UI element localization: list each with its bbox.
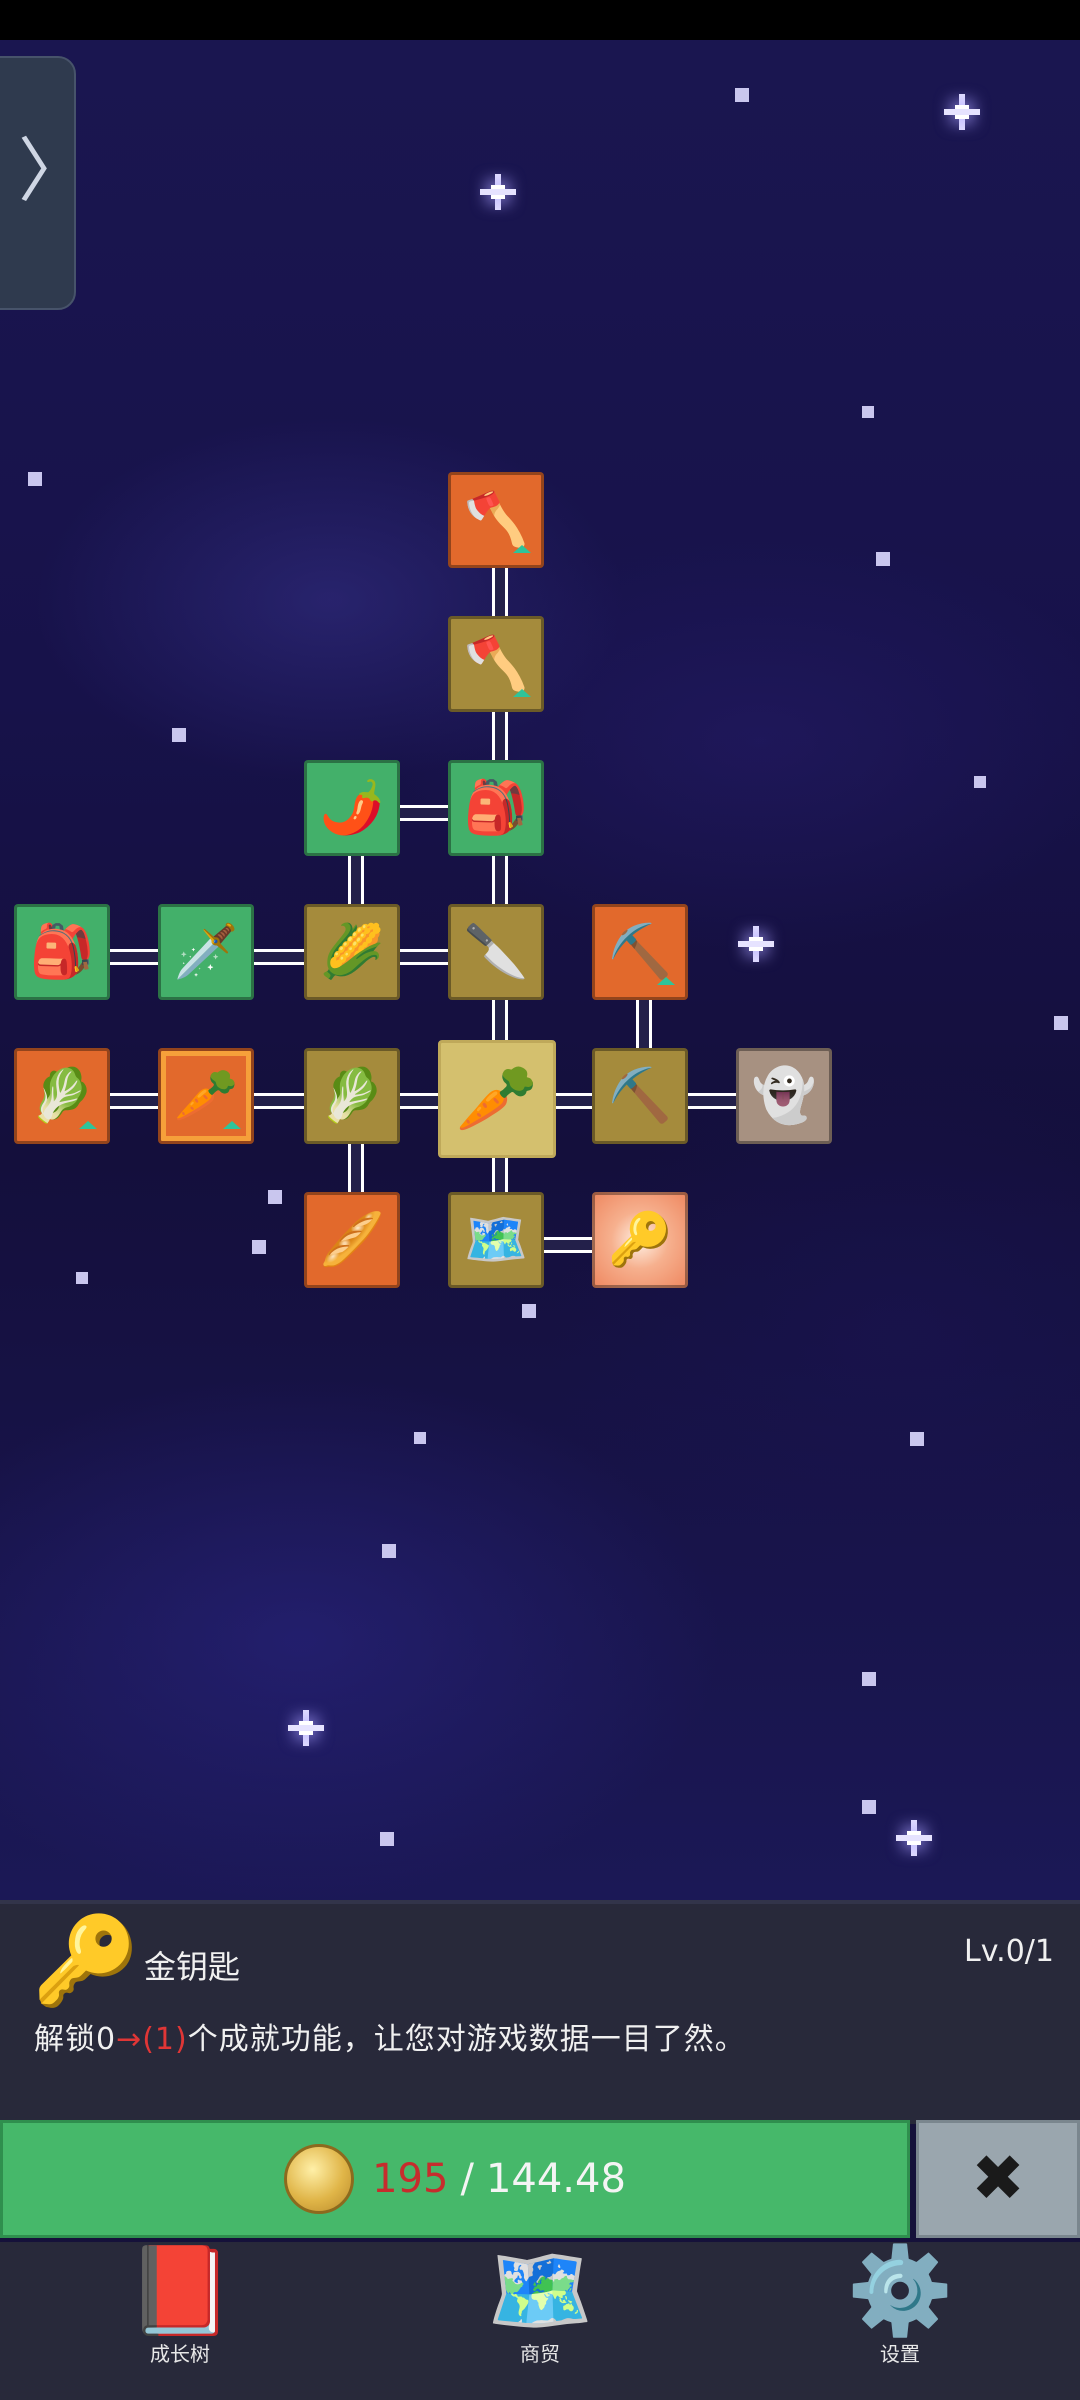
nav-item-settings[interactable]: ⚙️ 设置 bbox=[800, 2246, 1000, 2396]
desc-suffix: 个成就功能，让您对游戏数据一目了然。 bbox=[187, 2022, 746, 2057]
upgrade-arrow-icon bbox=[223, 1121, 241, 1135]
dagger-icon: 🔪 bbox=[463, 922, 529, 982]
tree-connector bbox=[252, 949, 304, 965]
skill-node-chili[interactable]: 🌶️ bbox=[304, 760, 400, 856]
desc-increment: →(1) bbox=[116, 2022, 188, 2057]
skill-node-shovel-mid[interactable]: 🪓 bbox=[448, 616, 544, 712]
golden-key-icon: 🔑 bbox=[607, 1210, 673, 1270]
skill-info-panel: 🔑 金钥匙 Lv.0/1 解锁0→(1)个成就功能，让您对游戏数据一目了然。 bbox=[0, 1900, 1080, 2124]
skill-node-carrot-center[interactable]: 🥕 bbox=[438, 1040, 556, 1158]
tree-connector bbox=[556, 1093, 592, 1109]
upgrade-cost: 144.48 bbox=[485, 2156, 626, 2202]
pickaxe-icon: ⛏️ bbox=[607, 1066, 673, 1126]
tree-connector bbox=[684, 1093, 736, 1109]
desc-prefix: 解锁0 bbox=[34, 2022, 117, 2057]
skill-node-dagger[interactable]: 🔪 bbox=[448, 904, 544, 1000]
tree-connector bbox=[396, 805, 448, 821]
tree-connector bbox=[348, 856, 364, 904]
bottom-nav: 📕 成长树 🗺️ 商贸 ⚙️ 设置 bbox=[0, 2242, 1080, 2400]
skill-level: Lv.0/1 bbox=[964, 1934, 1054, 1969]
close-icon: ✖ bbox=[971, 2142, 1025, 2216]
backpack-icon: 🎒 bbox=[29, 922, 95, 982]
skill-node-pickaxe-top[interactable]: ⛏️ bbox=[592, 904, 688, 1000]
pickaxe-icon: ⛏️ bbox=[607, 922, 673, 982]
gear-icon: ⚙️ bbox=[846, 2241, 954, 2341]
backpack-icon: 🎒 bbox=[463, 778, 529, 838]
tree-connector bbox=[492, 568, 508, 616]
nav-label: 设置 bbox=[880, 2342, 920, 2367]
tree-connector bbox=[492, 856, 508, 904]
tree-connector bbox=[252, 1093, 304, 1109]
book-icon: 📕 bbox=[126, 2241, 234, 2341]
skill-node-backpack-left[interactable]: 🎒 bbox=[14, 904, 110, 1000]
map-icon: 🗺️ bbox=[463, 1210, 529, 1270]
tree-connector bbox=[636, 1000, 652, 1048]
coin-icon bbox=[284, 2144, 355, 2214]
skill-node-backpack-top[interactable]: 🎒 bbox=[448, 760, 544, 856]
map-icon: 🗺️ bbox=[486, 2241, 594, 2341]
skill-node-cabbage-left[interactable]: 🥬 bbox=[14, 1048, 110, 1144]
skill-node-corn[interactable]: 🌽 bbox=[304, 904, 400, 1000]
nav-item-trade[interactable]: 🗺️ 商贸 bbox=[440, 2246, 640, 2396]
nav-item-growth-tree[interactable]: 📕 成长树 bbox=[80, 2246, 280, 2396]
sword-icon: 🗡️ bbox=[173, 922, 239, 982]
skill-node-root[interactable]: 🥖 bbox=[304, 1192, 400, 1288]
hooded-figure-icon: 👻 bbox=[751, 1066, 817, 1126]
skill-node-map[interactable]: 🗺️ bbox=[448, 1192, 544, 1288]
cabbage-icon: 🥬 bbox=[319, 1066, 385, 1126]
tree-connector bbox=[540, 1237, 592, 1253]
shovel-icon: 🪓 bbox=[463, 490, 529, 550]
carrot-icon: 🥕 bbox=[173, 1066, 239, 1126]
skill-node-carrot-selected[interactable]: 🥕 bbox=[158, 1048, 254, 1144]
tree-connector bbox=[492, 1158, 508, 1192]
skill-title: 金钥匙 bbox=[144, 1948, 241, 1986]
golden-key-icon: 🔑 bbox=[32, 1911, 140, 2011]
skill-node-shovel-top[interactable]: 🪓 bbox=[448, 472, 544, 568]
cost-separator: / bbox=[460, 2156, 474, 2202]
skill-node-ghost[interactable]: 👻 bbox=[736, 1048, 832, 1144]
skill-node-cabbage-mid[interactable]: 🥬 bbox=[304, 1048, 400, 1144]
nav-label: 商贸 bbox=[520, 2342, 560, 2367]
skill-description: 解锁0→(1)个成就功能，让您对游戏数据一目了然。 bbox=[34, 2014, 746, 2058]
tree-connector bbox=[396, 949, 448, 965]
shovel-icon: 🪓 bbox=[463, 634, 529, 694]
upgrade-arrow-icon bbox=[513, 689, 531, 703]
skill-tree: 🪓 🪓 🎒 🌶️ 🎒 🗡️ 🌽 🔪 ⛏️ 🥬 🥕 🥬 🥕 ⛏️ 👻 🥖 🗺️ 🔑 bbox=[0, 0, 1080, 1900]
tree-connector bbox=[108, 949, 160, 965]
skill-node-golden-key[interactable]: 🔑 bbox=[592, 1192, 688, 1288]
cabbage-icon: 🥬 bbox=[29, 1066, 95, 1126]
root-icon: 🥖 bbox=[319, 1210, 385, 1270]
chili-pepper-icon: 🌶️ bbox=[319, 778, 385, 838]
tree-connector bbox=[348, 1144, 364, 1192]
tree-connector bbox=[396, 1093, 440, 1109]
upgrade-arrow-icon bbox=[79, 1121, 97, 1135]
nav-label: 成长树 bbox=[150, 2342, 210, 2367]
upgrade-arrow-icon bbox=[513, 545, 531, 559]
skill-node-sword[interactable]: 🗡️ bbox=[158, 904, 254, 1000]
coin-balance: 195 bbox=[372, 2156, 449, 2202]
skill-node-pickaxe-mid[interactable]: ⛏️ bbox=[592, 1048, 688, 1144]
upgrade-arrow-icon bbox=[657, 977, 675, 991]
carrot-icon: 🥕 bbox=[455, 1060, 539, 1137]
upgrade-button[interactable]: 195 / 144.48 bbox=[0, 2120, 910, 2238]
corn-icon: 🌽 bbox=[319, 922, 385, 982]
tree-connector bbox=[108, 1093, 160, 1109]
close-button[interactable]: ✖ bbox=[916, 2120, 1080, 2238]
tree-connector bbox=[492, 712, 508, 760]
